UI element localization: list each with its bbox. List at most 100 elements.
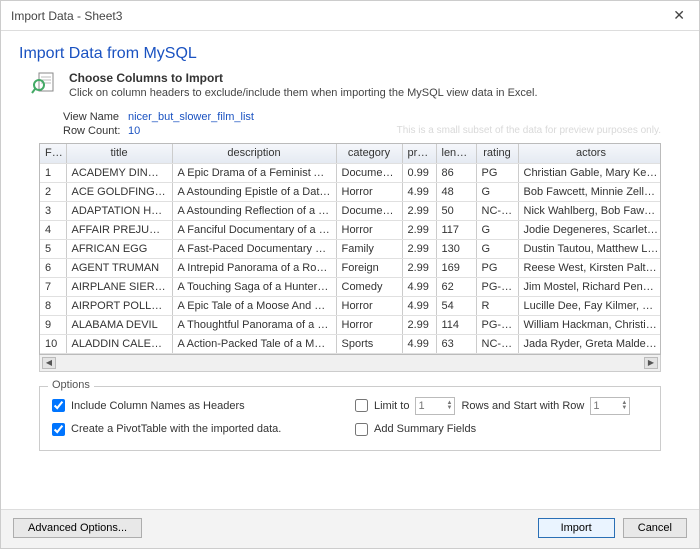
col-header-5[interactable]: length: [436, 144, 476, 163]
table-cell: NC-17: [476, 201, 518, 220]
table-row[interactable]: 7AIRPLANE SIERRAA Touching Saga of a Hun…: [40, 277, 661, 296]
table-row[interactable]: 9ALABAMA DEVILA Thoughtful Panorama of a…: [40, 315, 661, 334]
table-cell: AIRPORT POLLOCK: [66, 296, 172, 315]
table-cell: 2.99: [402, 201, 436, 220]
table-cell: PG: [476, 258, 518, 277]
table-cell: AGENT TRUMAN: [66, 258, 172, 277]
horizontal-scrollbar[interactable]: ◀ ▶: [39, 355, 661, 372]
col-header-6[interactable]: rating: [476, 144, 518, 163]
table-row[interactable]: 3ADAPTATION HOLESA Astounding Reflection…: [40, 201, 661, 220]
subheading-row: Choose Columns to Import Click on column…: [1, 69, 699, 111]
table-cell: AFFAIR PREJUDICE: [66, 220, 172, 239]
table-cell: G: [476, 182, 518, 201]
table-cell: AIRPLANE SIERRA: [66, 277, 172, 296]
col-header-2[interactable]: description: [172, 144, 336, 163]
start-row-stepper[interactable]: 1 ▲▼: [590, 397, 630, 415]
include-headers-label: Include Column Names as Headers: [71, 400, 245, 412]
titlebar: Import Data - Sheet3 ✕: [1, 1, 699, 31]
table-cell: 5: [40, 239, 66, 258]
table-cell: A Fanciful Documentary of a Frisbee A...: [172, 220, 336, 239]
table-cell: 54: [436, 296, 476, 315]
close-icon[interactable]: ✕: [667, 5, 691, 26]
limit-rows-value: 1: [418, 400, 424, 412]
col-header-1[interactable]: title: [66, 144, 172, 163]
table-row[interactable]: 5AFRICAN EGGA Fast-Paced Documentary of …: [40, 239, 661, 258]
table-cell: 117: [436, 220, 476, 239]
table-row[interactable]: 1ACADEMY DINOSAURA Epic Drama of a Femin…: [40, 163, 661, 182]
table-cell: A Thoughtful Panorama of a Database...: [172, 315, 336, 334]
advanced-options-button[interactable]: Advanced Options...: [13, 518, 142, 538]
table-cell: G: [476, 220, 518, 239]
table-cell: Horror: [336, 220, 402, 239]
table-cell: 2: [40, 182, 66, 201]
table-cell: A Epic Drama of a Feminist And a Ma...: [172, 163, 336, 182]
table-cell: A Action-Packed Tale of a Man And a ...: [172, 334, 336, 353]
table-cell: Horror: [336, 296, 402, 315]
table-cell: Jim Mostel, Richard Penn, Opr: [518, 277, 661, 296]
table-cell: Sports: [336, 334, 402, 353]
table-cell: 114: [436, 315, 476, 334]
table-cell: 86: [436, 163, 476, 182]
import-button[interactable]: Import: [538, 518, 615, 538]
add-summary-input[interactable]: [355, 423, 368, 436]
rowcount-value: 10: [128, 125, 661, 137]
table-cell: A Touching Saga of a Hunter And a Bu: [172, 277, 336, 296]
table-cell: ALABAMA DEVIL: [66, 315, 172, 334]
options-legend: Options: [48, 379, 94, 391]
table-cell: 2.99: [402, 315, 436, 334]
limit-rows-stepper[interactable]: 1 ▲▼: [415, 397, 455, 415]
table-cell: A Epic Tale of a Moose And a Girl who...: [172, 296, 336, 315]
viewname-label: View Name: [63, 111, 128, 123]
table-cell: A Astounding Epistle of a Database A...: [172, 182, 336, 201]
table-row[interactable]: 6AGENT TRUMANA Intrepid Panorama of a Ro…: [40, 258, 661, 277]
table-cell: R: [476, 296, 518, 315]
include-headers-input[interactable]: [52, 399, 65, 412]
limit-to-checkbox[interactable]: Limit to: [355, 399, 409, 412]
limit-to-input[interactable]: [355, 399, 368, 412]
table-cell: Horror: [336, 182, 402, 201]
col-header-7[interactable]: actors: [518, 144, 661, 163]
table-cell: William Hackman, Christian G: [518, 315, 661, 334]
table-cell: Comedy: [336, 277, 402, 296]
table-cell: 6: [40, 258, 66, 277]
table-cell: ACE GOLDFINGER: [66, 182, 172, 201]
cancel-button[interactable]: Cancel: [623, 518, 687, 538]
table-cell: Bob Fawcett, Minnie Zellweger: [518, 182, 661, 201]
scroll-left-icon[interactable]: ◀: [42, 357, 56, 369]
start-row-value: 1: [593, 400, 599, 412]
preview-table-wrap: FI...titledescriptioncategorypricelength…: [39, 143, 661, 355]
table-cell: 48: [436, 182, 476, 201]
window-title: Import Data - Sheet3: [11, 9, 122, 23]
table-cell: Foreign: [336, 258, 402, 277]
table-row[interactable]: 4AFFAIR PREJUDICEA Fanciful Documentary …: [40, 220, 661, 239]
table-cell: ADAPTATION HOLES: [66, 201, 172, 220]
table-cell: NC-17: [476, 334, 518, 353]
dialog-content: Import Data from MySQL Choose Columns to…: [1, 31, 699, 548]
create-pivot-checkbox[interactable]: Create a PivotTable with the imported da…: [52, 423, 345, 436]
col-header-0[interactable]: FI...: [40, 144, 66, 163]
col-header-4[interactable]: price: [402, 144, 436, 163]
create-pivot-input[interactable]: [52, 423, 65, 436]
table-cell: 4: [40, 220, 66, 239]
table-cell: 8: [40, 296, 66, 315]
table-cell: 7: [40, 277, 66, 296]
table-cell: ACADEMY DINOSAUR: [66, 163, 172, 182]
table-cell: 130: [436, 239, 476, 258]
table-cell: Nick Wahlberg, Bob Fawcett, C: [518, 201, 661, 220]
col-header-3[interactable]: category: [336, 144, 402, 163]
table-row[interactable]: 10ALADDIN CALENDARA Action-Packed Tale o…: [40, 334, 661, 353]
table-cell: Jada Ryder, Greta Malden, Roc: [518, 334, 661, 353]
table-row[interactable]: 8AIRPORT POLLOCKA Epic Tale of a Moose A…: [40, 296, 661, 315]
table-cell: PG-13: [476, 315, 518, 334]
table-row[interactable]: 2ACE GOLDFINGERA Astounding Epistle of a…: [40, 182, 661, 201]
table-cell: Christian Gable, Mary Keitel, L: [518, 163, 661, 182]
table-cell: A Intrepid Panorama of a Robot And a...: [172, 258, 336, 277]
dialog-footer: Advanced Options... Import Cancel: [1, 509, 699, 548]
scroll-right-icon[interactable]: ▶: [644, 357, 658, 369]
rowcount-label: Row Count:: [63, 125, 128, 137]
include-headers-checkbox[interactable]: Include Column Names as Headers: [52, 399, 345, 412]
sub-description: Click on column headers to exclude/inclu…: [69, 87, 538, 99]
table-cell: 0.99: [402, 163, 436, 182]
add-summary-checkbox[interactable]: Add Summary Fields: [355, 423, 648, 436]
viewname-value: nicer_but_slower_film_list: [128, 111, 661, 123]
